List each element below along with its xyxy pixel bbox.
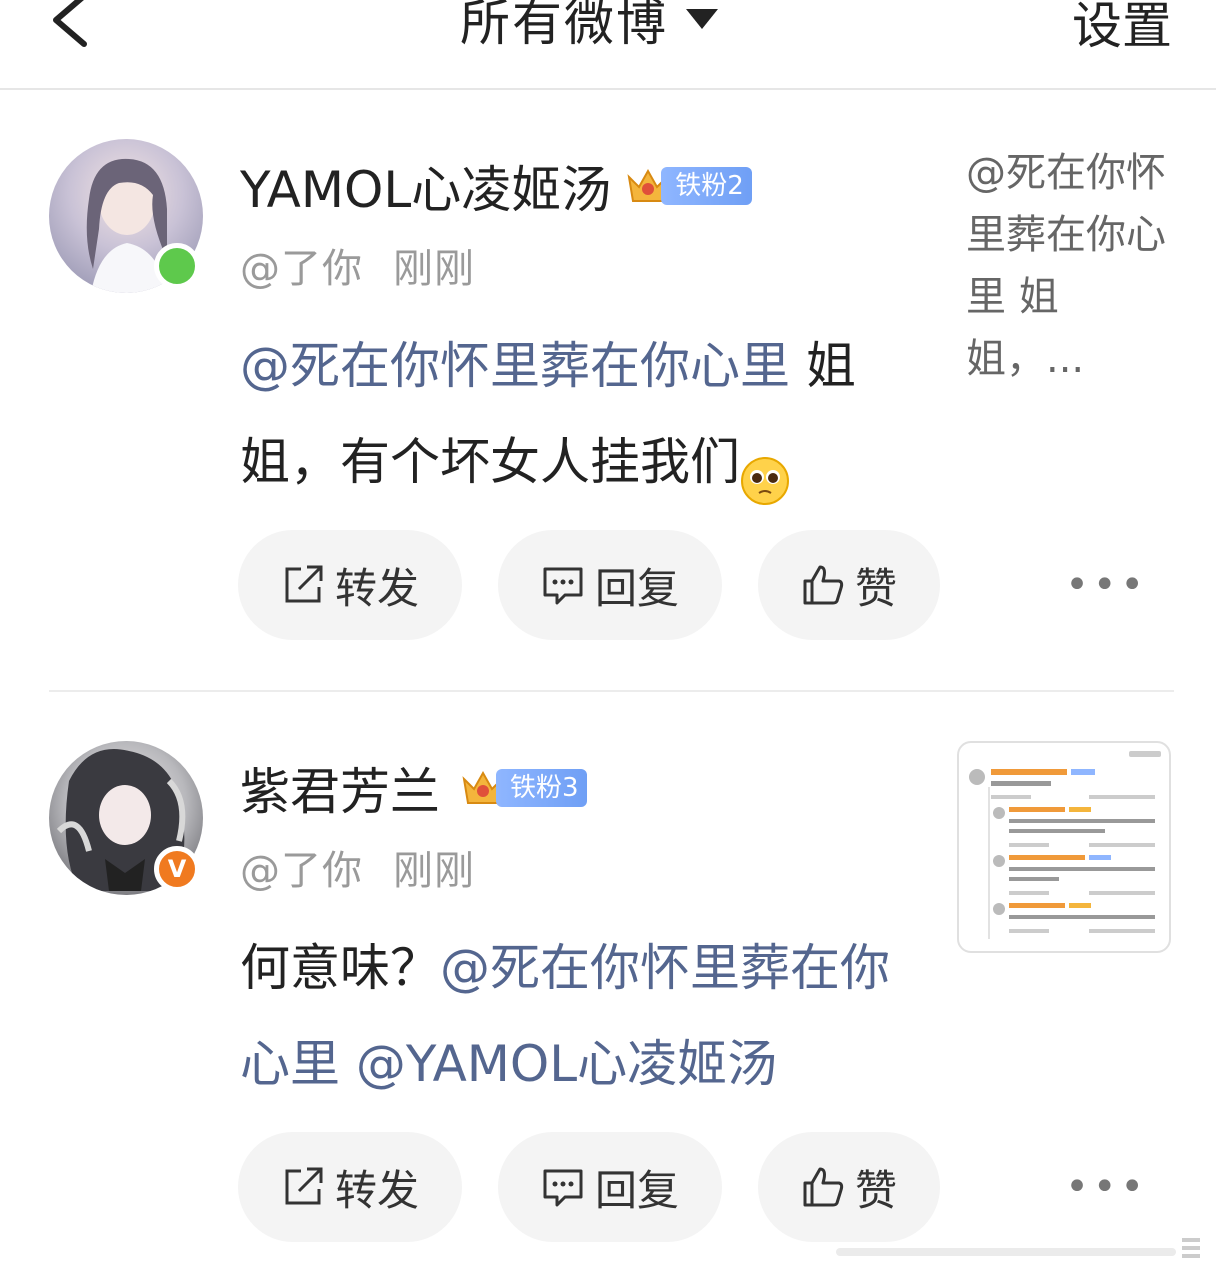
reply-button[interactable]: 回复	[498, 1132, 722, 1242]
reply-target[interactable]: @了你	[240, 246, 363, 292]
like-button[interactable]: 赞	[758, 1132, 940, 1242]
comment-text: @死在你怀里葬在你心里 姐姐，有个坏女人挂我们	[240, 318, 900, 510]
mention-link[interactable]: @YAMOL心凌姬汤	[356, 1035, 777, 1093]
like-icon	[803, 565, 844, 605]
reply-target[interactable]: @了你	[240, 848, 363, 894]
divider	[49, 690, 1174, 692]
like-button[interactable]: 赞	[758, 530, 940, 640]
username[interactable]: 紫君芳兰	[240, 752, 440, 824]
verified-badge-icon: V	[154, 846, 200, 892]
repost-button[interactable]: 转发	[238, 1132, 462, 1242]
mention-link[interactable]: @死在你怀里葬在你心里	[240, 337, 790, 395]
repost-icon	[285, 1167, 323, 1205]
comment-text: 何意味？@死在你怀里葬在你心里 @YAMOL心凌姬汤	[240, 939, 890, 1093]
settings-button[interactable]: 设置	[1072, 0, 1172, 58]
fan-badge[interactable]: 铁粉3	[460, 766, 587, 810]
back-icon[interactable]	[44, 0, 98, 50]
like-icon	[803, 1167, 844, 1207]
screenshot-thumbnail[interactable]	[957, 741, 1171, 953]
timestamp: 刚刚	[393, 848, 475, 894]
online-status-icon	[154, 243, 200, 289]
comment-icon	[543, 567, 583, 605]
fan-badge[interactable]: 铁粉2	[625, 164, 752, 208]
repost-icon	[285, 565, 323, 603]
page-title: 所有微博	[460, 0, 668, 52]
username[interactable]: YAMOL心凌姬汤	[240, 150, 611, 222]
more-icon[interactable]: •••	[1065, 562, 1148, 608]
dropdown-caret-icon	[686, 9, 718, 29]
thumbnail-image	[969, 751, 1161, 939]
watermark-icon	[836, 1238, 1200, 1258]
top-bar: 所有微博 设置	[0, 0, 1216, 90]
reply-button[interactable]: 回复	[498, 530, 722, 640]
more-icon[interactable]: •••	[1065, 1164, 1148, 1210]
pleading-face-emoji	[740, 441, 790, 505]
repost-button[interactable]: 转发	[238, 530, 462, 640]
feed-filter-dropdown[interactable]: 所有微博	[460, 0, 718, 52]
timestamp: 刚刚	[393, 246, 475, 292]
original-post-preview[interactable]: @死在你怀里葬在你心里 姐姐，...	[966, 142, 1176, 390]
comment-icon	[543, 1169, 583, 1207]
